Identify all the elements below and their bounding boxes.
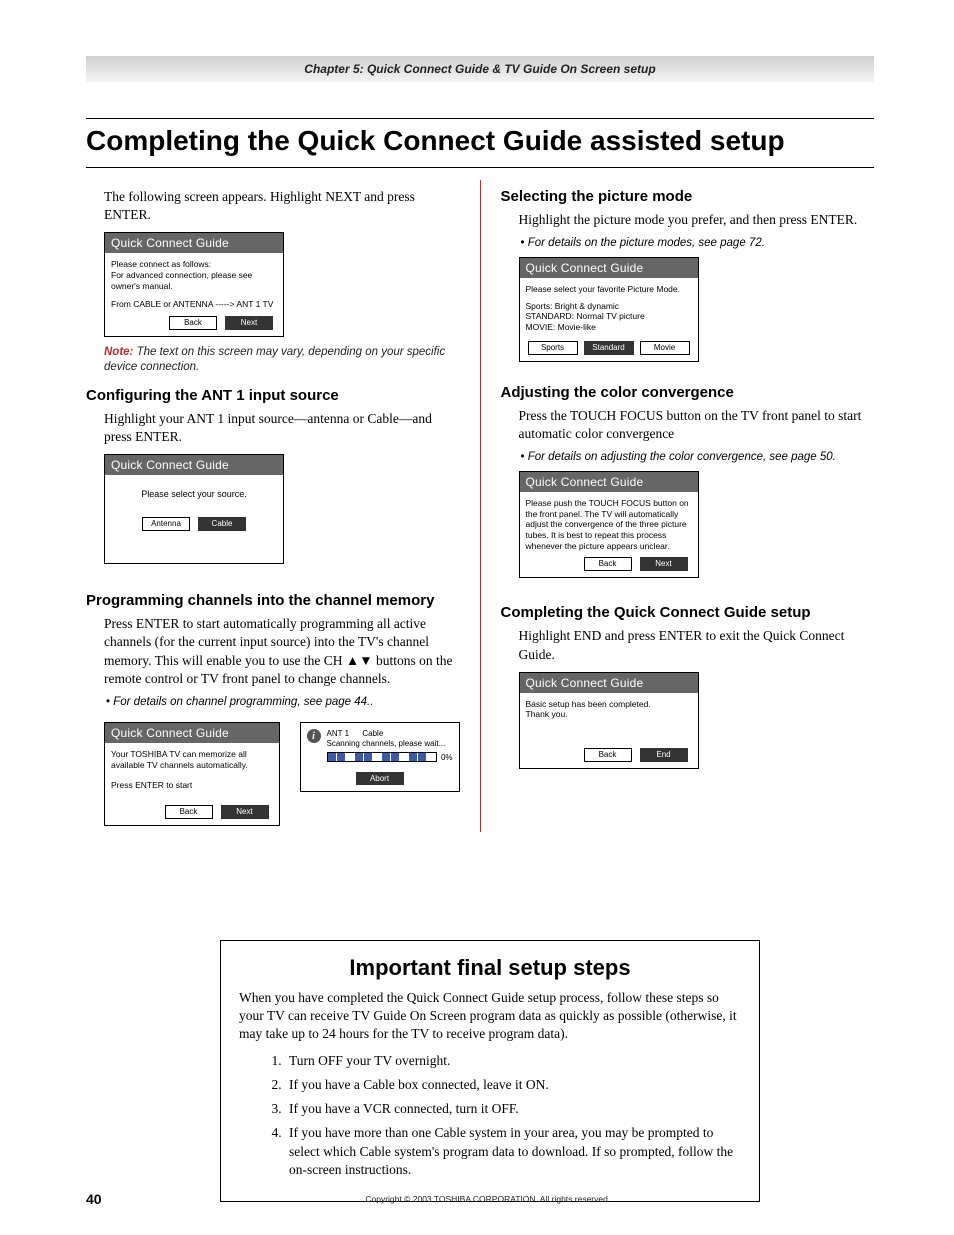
osd-connect-next[interactable]: Next bbox=[225, 316, 273, 330]
heading-prog: Programming channels into the channel me… bbox=[86, 592, 460, 609]
osd-connect-line3: From CABLE or ANTENNA -----> ANT 1 TV bbox=[111, 299, 277, 310]
intro-text: The following screen appears. Highlight … bbox=[104, 188, 460, 224]
chapter-header-text: Chapter 5: Quick Connect Guide & TV Guid… bbox=[304, 62, 655, 76]
picture-bullet: For details on the picture modes, see pa… bbox=[531, 237, 875, 249]
osd-memorize-next[interactable]: Next bbox=[221, 805, 269, 819]
osd-picture-sports[interactable]: Sports bbox=[528, 341, 578, 355]
copyright: Copyright © 2003 TOSHIBA CORPORATION. Al… bbox=[102, 1194, 874, 1204]
osd-color-title: Quick Connect Guide bbox=[520, 472, 698, 492]
heading-picture: Selecting the picture mode bbox=[501, 188, 875, 205]
complete-text: Highlight END and press ENTER to exit th… bbox=[519, 627, 875, 663]
scan-progress bbox=[327, 752, 437, 762]
heading-color: Adjusting the color convergence bbox=[501, 384, 875, 401]
picture-text: Highlight the picture mode you prefer, a… bbox=[519, 211, 875, 229]
osd-picture-title: Quick Connect Guide bbox=[520, 258, 698, 278]
color-bullet: For details on adjusting the color conve… bbox=[531, 451, 875, 463]
note: Note: The text on this screen may vary, … bbox=[104, 345, 460, 375]
osd-picture-line4: MOVIE: Movie-like bbox=[526, 322, 692, 333]
osd-picture-line2: Sports: Bright & dynamic bbox=[526, 301, 692, 312]
osd-prog-row: Quick Connect Guide Your TOSHIBA TV can … bbox=[86, 716, 460, 832]
osd-complete: Quick Connect Guide Basic setup has been… bbox=[519, 672, 699, 769]
note-body: The text on this screen may vary, depend… bbox=[104, 346, 445, 373]
osd-picture: Quick Connect Guide Please select your f… bbox=[519, 257, 699, 362]
osd-memorize-title: Quick Connect Guide bbox=[105, 723, 279, 743]
osd-color-back[interactable]: Back bbox=[584, 557, 632, 571]
heading-ant: Configuring the ANT 1 input source bbox=[86, 387, 460, 404]
important-item-3: If you have a VCR connected, turn it OFF… bbox=[285, 1100, 741, 1118]
important-item-2: If you have a Cable box connected, leave… bbox=[285, 1076, 741, 1094]
heading-complete: Completing the Quick Connect Guide setup bbox=[501, 604, 875, 621]
osd-memorize-back[interactable]: Back bbox=[165, 805, 213, 819]
ant-text: Highlight your ANT 1 input source—antenn… bbox=[104, 410, 460, 446]
osd-color-next[interactable]: Next bbox=[640, 557, 688, 571]
important-title: Important final setup steps bbox=[239, 955, 741, 981]
osd-picture-standard[interactable]: Standard bbox=[584, 341, 634, 355]
osd-source: Quick Connect Guide Please select your s… bbox=[104, 454, 284, 564]
osd-connect-line1: Please connect as follows: bbox=[111, 259, 277, 270]
osd-connect-line2: For advanced connection, please see owne… bbox=[111, 270, 277, 291]
important-item-4: If you have more than one Cable system i… bbox=[285, 1124, 741, 1179]
info-icon: i bbox=[307, 729, 321, 743]
osd-complete-line1: Basic setup has been completed. bbox=[526, 699, 692, 710]
osd-source-antenna[interactable]: Antenna bbox=[142, 517, 190, 531]
osd-memorize-line2: Press ENTER to start bbox=[111, 780, 273, 791]
scan-pct: 0% bbox=[441, 753, 453, 762]
osd-complete-title: Quick Connect Guide bbox=[520, 673, 698, 693]
note-label: Note: bbox=[104, 346, 133, 358]
osd-picture-line3: STANDARD: Normal TV picture bbox=[526, 311, 692, 322]
osd-source-cable[interactable]: Cable bbox=[198, 517, 246, 531]
column-divider bbox=[480, 180, 481, 832]
osd-memorize: Quick Connect Guide Your TOSHIBA TV can … bbox=[104, 722, 280, 826]
osd-connect-title: Quick Connect Guide bbox=[105, 233, 283, 253]
osd-picture-movie[interactable]: Movie bbox=[640, 341, 690, 355]
footer: 40 Copyright © 2003 TOSHIBA CORPORATION.… bbox=[86, 1191, 874, 1207]
scan-head1: ANT 1 Cable bbox=[327, 729, 446, 739]
chapter-header: Chapter 5: Quick Connect Guide & TV Guid… bbox=[86, 56, 874, 82]
osd-color: Quick Connect Guide Please push the TOUC… bbox=[519, 471, 699, 578]
important-list: Turn OFF your TV overnight. If you have … bbox=[285, 1052, 741, 1179]
important-item-1: Turn OFF your TV overnight. bbox=[285, 1052, 741, 1070]
osd-complete-line2: Thank you. bbox=[526, 709, 692, 720]
prog-bullet: For details on channel programming, see … bbox=[116, 696, 460, 708]
scan-abort[interactable]: Abort bbox=[356, 772, 404, 785]
osd-source-prompt: Please select your source. bbox=[111, 481, 277, 510]
important-intro: When you have completed the Quick Connec… bbox=[239, 989, 741, 1044]
scan-head2: Scanning channels, please wait... bbox=[327, 739, 446, 749]
osd-source-title: Quick Connect Guide bbox=[105, 455, 283, 475]
osd-complete-end[interactable]: End bbox=[640, 748, 688, 762]
page-title: Completing the Quick Connect Guide assis… bbox=[86, 118, 874, 168]
osd-color-body: Please push the TOUCH FOCUS button on th… bbox=[526, 498, 692, 551]
left-column: The following screen appears. Highlight … bbox=[86, 180, 460, 832]
content-columns: The following screen appears. Highlight … bbox=[86, 180, 874, 832]
page-number: 40 bbox=[86, 1191, 102, 1207]
osd-complete-back[interactable]: Back bbox=[584, 748, 632, 762]
prog-text: Press ENTER to start automatically progr… bbox=[104, 615, 460, 688]
osd-picture-line1: Please select your favorite Picture Mode… bbox=[526, 284, 692, 295]
osd-memorize-line1: Your TOSHIBA TV can memorize all availab… bbox=[111, 749, 273, 770]
osd-connect-back[interactable]: Back bbox=[169, 316, 217, 330]
channel-arrows-icon: ▲▼ bbox=[346, 653, 373, 668]
color-text: Press the TOUCH FOCUS button on the TV f… bbox=[519, 407, 875, 443]
important-box: Important final setup steps When you hav… bbox=[220, 940, 760, 1202]
osd-scan: i ANT 1 Cable Scanning channels, please … bbox=[300, 722, 460, 792]
right-column: Selecting the picture mode Highlight the… bbox=[501, 180, 875, 832]
osd-connect: Quick Connect Guide Please connect as fo… bbox=[104, 232, 284, 337]
